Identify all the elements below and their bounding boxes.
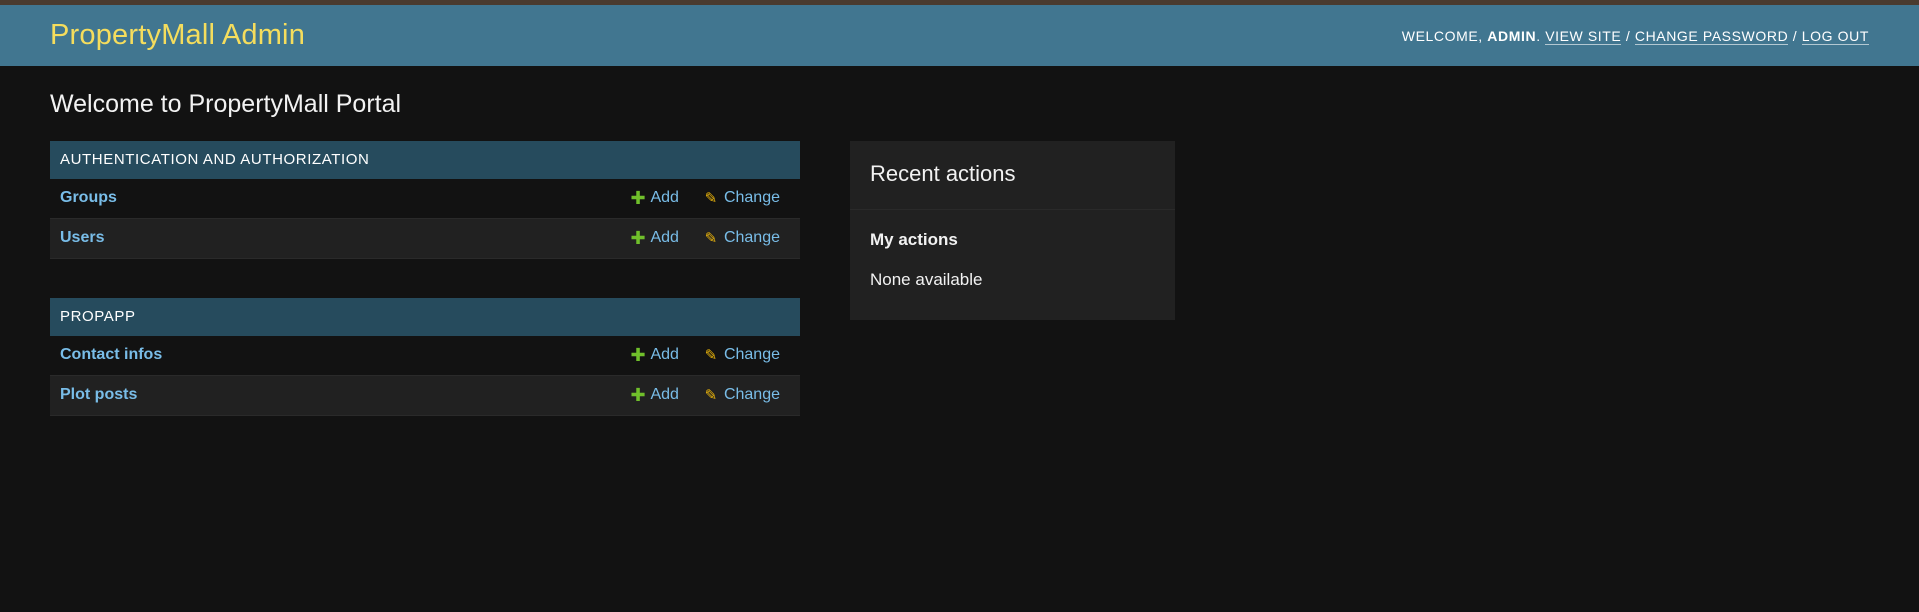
table-row: Contact infos ✚ Add ✎ Change xyxy=(50,336,800,376)
plus-icon: ✚ xyxy=(630,384,646,405)
module-propapp: PROPAPP Contact infos ✚ Add ✎ Change Plo… xyxy=(50,297,800,416)
view-site-link[interactable]: VIEW SITE xyxy=(1545,27,1622,45)
my-actions-heading: My actions xyxy=(870,229,958,249)
main-content: Welcome to PropertyMall Portal AUTHENTIC… xyxy=(0,66,1919,455)
user-tools: WELCOME, ADMIN. VIEW SITE / CHANGE PASSW… xyxy=(1401,27,1869,45)
plus-icon: ✚ xyxy=(630,344,646,365)
change-contact-infos-button[interactable]: ✎ Change xyxy=(704,346,780,364)
module-caption[interactable]: PROPAPP xyxy=(50,297,800,336)
no-actions-text: None available xyxy=(870,269,983,289)
plus-icon: ✚ xyxy=(630,187,646,208)
add-groups-button[interactable]: ✚ Add xyxy=(630,188,678,209)
add-contact-infos-button[interactable]: ✚ Add xyxy=(630,345,678,366)
change-password-link[interactable]: CHANGE PASSWORD xyxy=(1634,27,1789,45)
change-label: Change xyxy=(723,189,780,206)
table-row: Groups ✚ Add ✎ Change xyxy=(50,179,800,219)
change-label: Change xyxy=(723,386,780,403)
recent-actions-panel: Recent actions My actions None available xyxy=(850,140,1175,320)
app-list: AUTHENTICATION AND AUTHORIZATION Groups … xyxy=(50,140,800,455)
add-label: Add xyxy=(650,346,679,363)
change-groups-button[interactable]: ✎ Change xyxy=(704,189,780,207)
site-name[interactable]: PropertyMall Admin xyxy=(50,19,305,52)
add-users-button[interactable]: ✚ Add xyxy=(630,228,678,249)
model-link-groups[interactable]: Groups xyxy=(60,189,605,207)
add-label: Add xyxy=(650,386,679,403)
add-label: Add xyxy=(650,189,679,206)
log-out-link[interactable]: LOG OUT xyxy=(1801,27,1869,45)
model-link-plot-posts[interactable]: Plot posts xyxy=(60,386,605,404)
pencil-icon: ✎ xyxy=(704,387,718,404)
table-row: Plot posts ✚ Add ✎ Change xyxy=(50,375,800,416)
pencil-icon: ✎ xyxy=(704,347,718,364)
plus-icon: ✚ xyxy=(630,227,646,248)
model-link-contact-infos[interactable]: Contact infos xyxy=(60,346,605,364)
change-label: Change xyxy=(723,346,780,363)
username: ADMIN xyxy=(1487,27,1537,44)
admin-header: PropertyMall Admin WELCOME, ADMIN. VIEW … xyxy=(0,5,1919,66)
module-caption[interactable]: AUTHENTICATION AND AUTHORIZATION xyxy=(50,140,800,179)
recent-actions-title: Recent actions xyxy=(850,141,1175,210)
add-plot-posts-button[interactable]: ✚ Add xyxy=(630,385,678,406)
change-label: Change xyxy=(723,229,780,246)
pencil-icon: ✎ xyxy=(704,230,718,247)
table-row: Users ✚ Add ✎ Change xyxy=(50,218,800,259)
module-auth: AUTHENTICATION AND AUTHORIZATION Groups … xyxy=(50,140,800,259)
welcome-text: WELCOME, xyxy=(1401,27,1483,44)
pencil-icon: ✎ xyxy=(704,190,718,207)
page-title: Welcome to PropertyMall Portal xyxy=(50,90,402,118)
change-plot-posts-button[interactable]: ✎ Change xyxy=(704,386,780,404)
add-label: Add xyxy=(650,229,679,246)
change-users-button[interactable]: ✎ Change xyxy=(704,229,780,247)
model-link-users[interactable]: Users xyxy=(60,229,605,247)
